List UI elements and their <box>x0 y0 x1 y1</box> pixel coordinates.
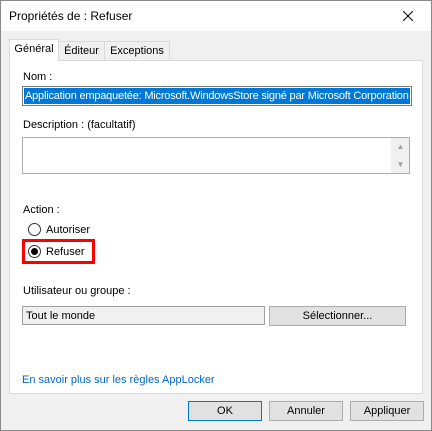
radio-allow-label: Autoriser <box>46 223 91 236</box>
cancel-button[interactable]: Annuler <box>269 401 343 421</box>
scroll-down-icon[interactable]: ▼ <box>392 156 409 173</box>
radio-deny-icon[interactable] <box>28 245 41 258</box>
scroll-up-icon[interactable]: ▲ <box>392 138 409 155</box>
tab-exceptions-label: Exceptions <box>110 45 164 57</box>
description-label: Description : (facultatif) <box>23 119 136 131</box>
radio-allow[interactable]: Autoriser <box>28 223 90 236</box>
radio-allow-icon[interactable] <box>28 223 41 236</box>
tab-editor-label: Éditeur <box>64 45 99 57</box>
name-field-value: Application empaquetée: Microsoft.Window… <box>24 88 410 104</box>
name-field[interactable]: Application empaquetée: Microsoft.Window… <box>22 86 412 106</box>
user-group-label: Utilisateur ou groupe : <box>23 285 131 297</box>
title-bar: Propriétés de : Refuser <box>1 1 431 31</box>
tab-general-label: Général <box>14 43 54 55</box>
name-label: Nom : <box>23 71 53 83</box>
tab-editor[interactable]: Éditeur <box>58 41 105 60</box>
applocker-help-link[interactable]: En savoir plus sur les règles AppLocker <box>22 374 215 386</box>
general-panel: Nom : Application empaquetée: Microsoft.… <box>9 60 423 394</box>
radio-deny-label: Refuser <box>46 245 85 258</box>
user-group-field[interactable]: Tout le monde <box>22 306 265 325</box>
close-button[interactable] <box>385 1 431 31</box>
radio-deny[interactable]: Refuser <box>28 245 85 258</box>
ok-button[interactable]: OK <box>188 401 262 421</box>
action-label: Action : <box>23 204 60 216</box>
tab-general[interactable]: Général <box>9 39 59 61</box>
tab-exceptions[interactable]: Exceptions <box>104 41 170 60</box>
close-icon <box>403 11 413 21</box>
select-button[interactable]: Sélectionner... <box>269 306 406 326</box>
properties-dialog: Propriétés de : Refuser Général Éditeur … <box>0 0 432 431</box>
window-title: Propriétés de : Refuser <box>9 9 133 23</box>
description-field[interactable]: ▲ ▼ <box>22 137 410 174</box>
apply-button[interactable]: Appliquer <box>350 401 424 421</box>
description-scrollbar[interactable]: ▲ ▼ <box>391 138 409 173</box>
